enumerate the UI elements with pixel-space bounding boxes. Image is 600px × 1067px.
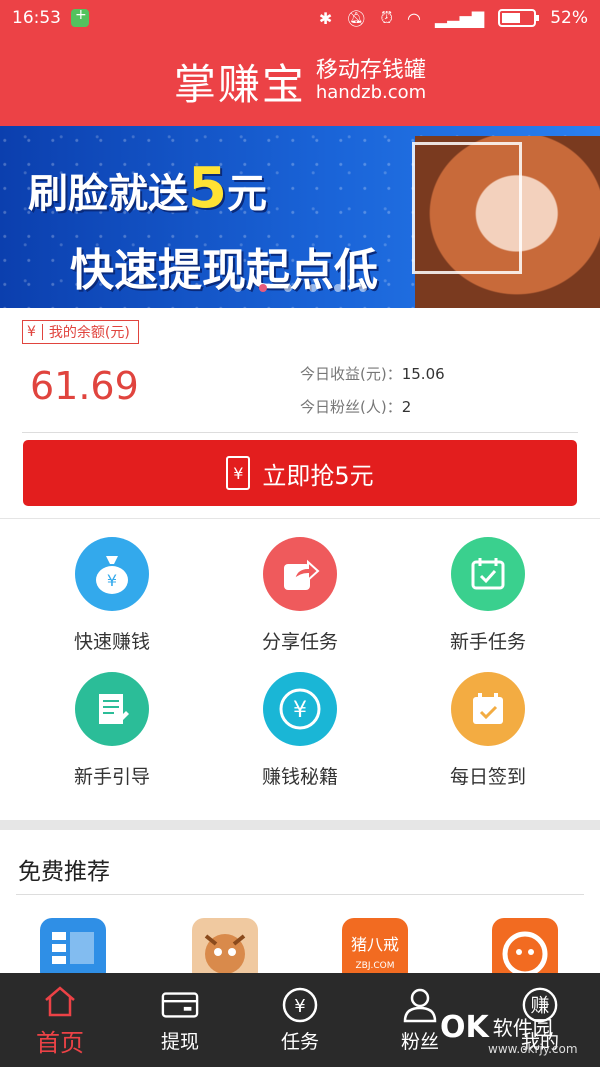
recommend-section: 免费推荐 猪八戒 ZBJ.COM bbox=[0, 830, 600, 984]
mute-icon: 🔕︎ bbox=[346, 8, 367, 28]
divider bbox=[16, 894, 584, 895]
watermark-ok: OK bbox=[440, 1010, 489, 1045]
brand-name: 掌赚宝 bbox=[173, 59, 306, 109]
wifi-icon: ◠ bbox=[407, 8, 421, 28]
brand-subtitle: 移动存钱罐 handzb.com bbox=[315, 58, 427, 104]
brand-slogan: 移动存钱罐 bbox=[315, 58, 426, 83]
tab-tasks[interactable]: ¥ 任务 bbox=[240, 973, 360, 1067]
yen-circle-icon: ¥ bbox=[281, 987, 319, 1023]
calendar-check-icon bbox=[451, 537, 525, 611]
carousel-dot-active[interactable] bbox=[258, 284, 267, 292]
svg-text:¥: ¥ bbox=[294, 996, 305, 1017]
signal-icon: ▂▃▅▇ bbox=[434, 8, 485, 28]
carousel-dot[interactable] bbox=[233, 284, 242, 292]
guide-document-icon bbox=[75, 672, 149, 746]
balance-tag-label: 我的余额(元) bbox=[48, 325, 130, 341]
yen-icon: ¥ bbox=[27, 324, 43, 340]
svg-text:¥: ¥ bbox=[107, 571, 117, 590]
promo-banner[interactable]: 刷脸就送5元 快速提现起点低 bbox=[0, 126, 600, 308]
menu-newbie-task[interactable]: 新手任务 bbox=[388, 519, 588, 654]
section-separator bbox=[0, 820, 600, 830]
security-shield-icon bbox=[71, 7, 89, 27]
bluetooth-icon: ✱ bbox=[318, 8, 333, 28]
carousel-dot[interactable] bbox=[308, 284, 317, 292]
balance-tag: ¥ 我的余额(元) bbox=[22, 320, 139, 344]
face-scan-frame bbox=[412, 142, 522, 274]
app-header: 掌赚宝 移动存钱罐 handzb.com bbox=[0, 36, 600, 126]
tab-home[interactable]: 首页 bbox=[0, 973, 120, 1067]
status-time: 16:53 bbox=[12, 8, 61, 28]
carousel-dot[interactable] bbox=[283, 284, 292, 292]
balance-panel: ¥ 我的余额(元) 61.69 今日收益(元)：15.06 今日粉丝(人)：2 … bbox=[0, 308, 600, 518]
daily-signin-icon bbox=[451, 672, 525, 746]
watermark-cn: 软件园 bbox=[492, 1015, 553, 1040]
battery-percent: 52% bbox=[550, 8, 588, 28]
watermark-url: www.okrjy.com bbox=[488, 1042, 578, 1056]
today-stats: 今日收益(元)：15.06 今日粉丝(人)：2 bbox=[300, 358, 445, 424]
grab-5-yuan-button[interactable]: ¥ 立即抢5元 bbox=[23, 440, 577, 506]
menu-daily-signin[interactable]: 每日签到 bbox=[388, 654, 588, 789]
okrjy-watermark: OK 软件园 www.okrjy.com bbox=[440, 1010, 578, 1056]
menu-share-task[interactable]: 分享任务 bbox=[200, 519, 400, 654]
yen-coin-icon: ¥ bbox=[263, 672, 337, 746]
tab-home-label: 首页 bbox=[36, 1028, 84, 1057]
money-bag-icon: ¥ bbox=[75, 537, 149, 611]
home-icon bbox=[41, 983, 79, 1019]
menu-earn-tips[interactable]: ¥ 赚钱秘籍 bbox=[200, 654, 400, 789]
carousel-dots[interactable] bbox=[0, 284, 600, 292]
divider bbox=[22, 432, 578, 433]
carousel-dot[interactable] bbox=[358, 284, 367, 292]
share-icon bbox=[263, 537, 337, 611]
recommend-title: 免费推荐 bbox=[18, 859, 110, 885]
tab-withdraw[interactable]: 提现 bbox=[120, 973, 240, 1067]
svg-text:¥: ¥ bbox=[293, 698, 307, 723]
banner-headline: 刷脸就送5元 bbox=[28, 156, 267, 221]
alarm-icon: ⏰︎ bbox=[380, 8, 394, 27]
status-bar: 16:53 ✱ 🔕︎ ⏰︎ ◠ ▂▃▅▇ 52% bbox=[0, 0, 600, 36]
feature-grid: ¥ 快速赚钱 分享任务 新手任务 新手引导 ¥ 赚钱秘籍 每日签到 bbox=[0, 518, 600, 820]
today-fans: 今日粉丝(人)：2 bbox=[300, 398, 412, 416]
carousel-dot[interactable] bbox=[333, 284, 342, 292]
card-icon bbox=[161, 987, 199, 1023]
status-icons: ✱ 🔕︎ ⏰︎ ◠ ▂▃▅▇ 52% bbox=[319, 8, 588, 28]
tab-fans-label: 粉丝 bbox=[400, 1030, 439, 1053]
user-icon bbox=[401, 987, 439, 1023]
battery-icon bbox=[498, 9, 540, 27]
red-envelope-icon: ¥ bbox=[226, 456, 251, 490]
brand-domain: handzb.com bbox=[315, 82, 427, 104]
svg-text:猪八戒: 猪八戒 bbox=[351, 935, 399, 954]
today-income: 今日收益(元)：15.06 bbox=[300, 365, 445, 383]
svg-text:ZBJ.COM: ZBJ.COM bbox=[356, 961, 395, 971]
grab-button-label: 立即抢5元 bbox=[262, 461, 374, 490]
balance-amount: 61.69 bbox=[30, 364, 139, 408]
tab-tasks-label: 任务 bbox=[280, 1030, 319, 1053]
tab-withdraw-label: 提现 bbox=[160, 1030, 199, 1053]
menu-newbie-guide[interactable]: 新手引导 bbox=[12, 654, 212, 789]
menu-quick-earn[interactable]: ¥ 快速赚钱 bbox=[12, 519, 212, 654]
